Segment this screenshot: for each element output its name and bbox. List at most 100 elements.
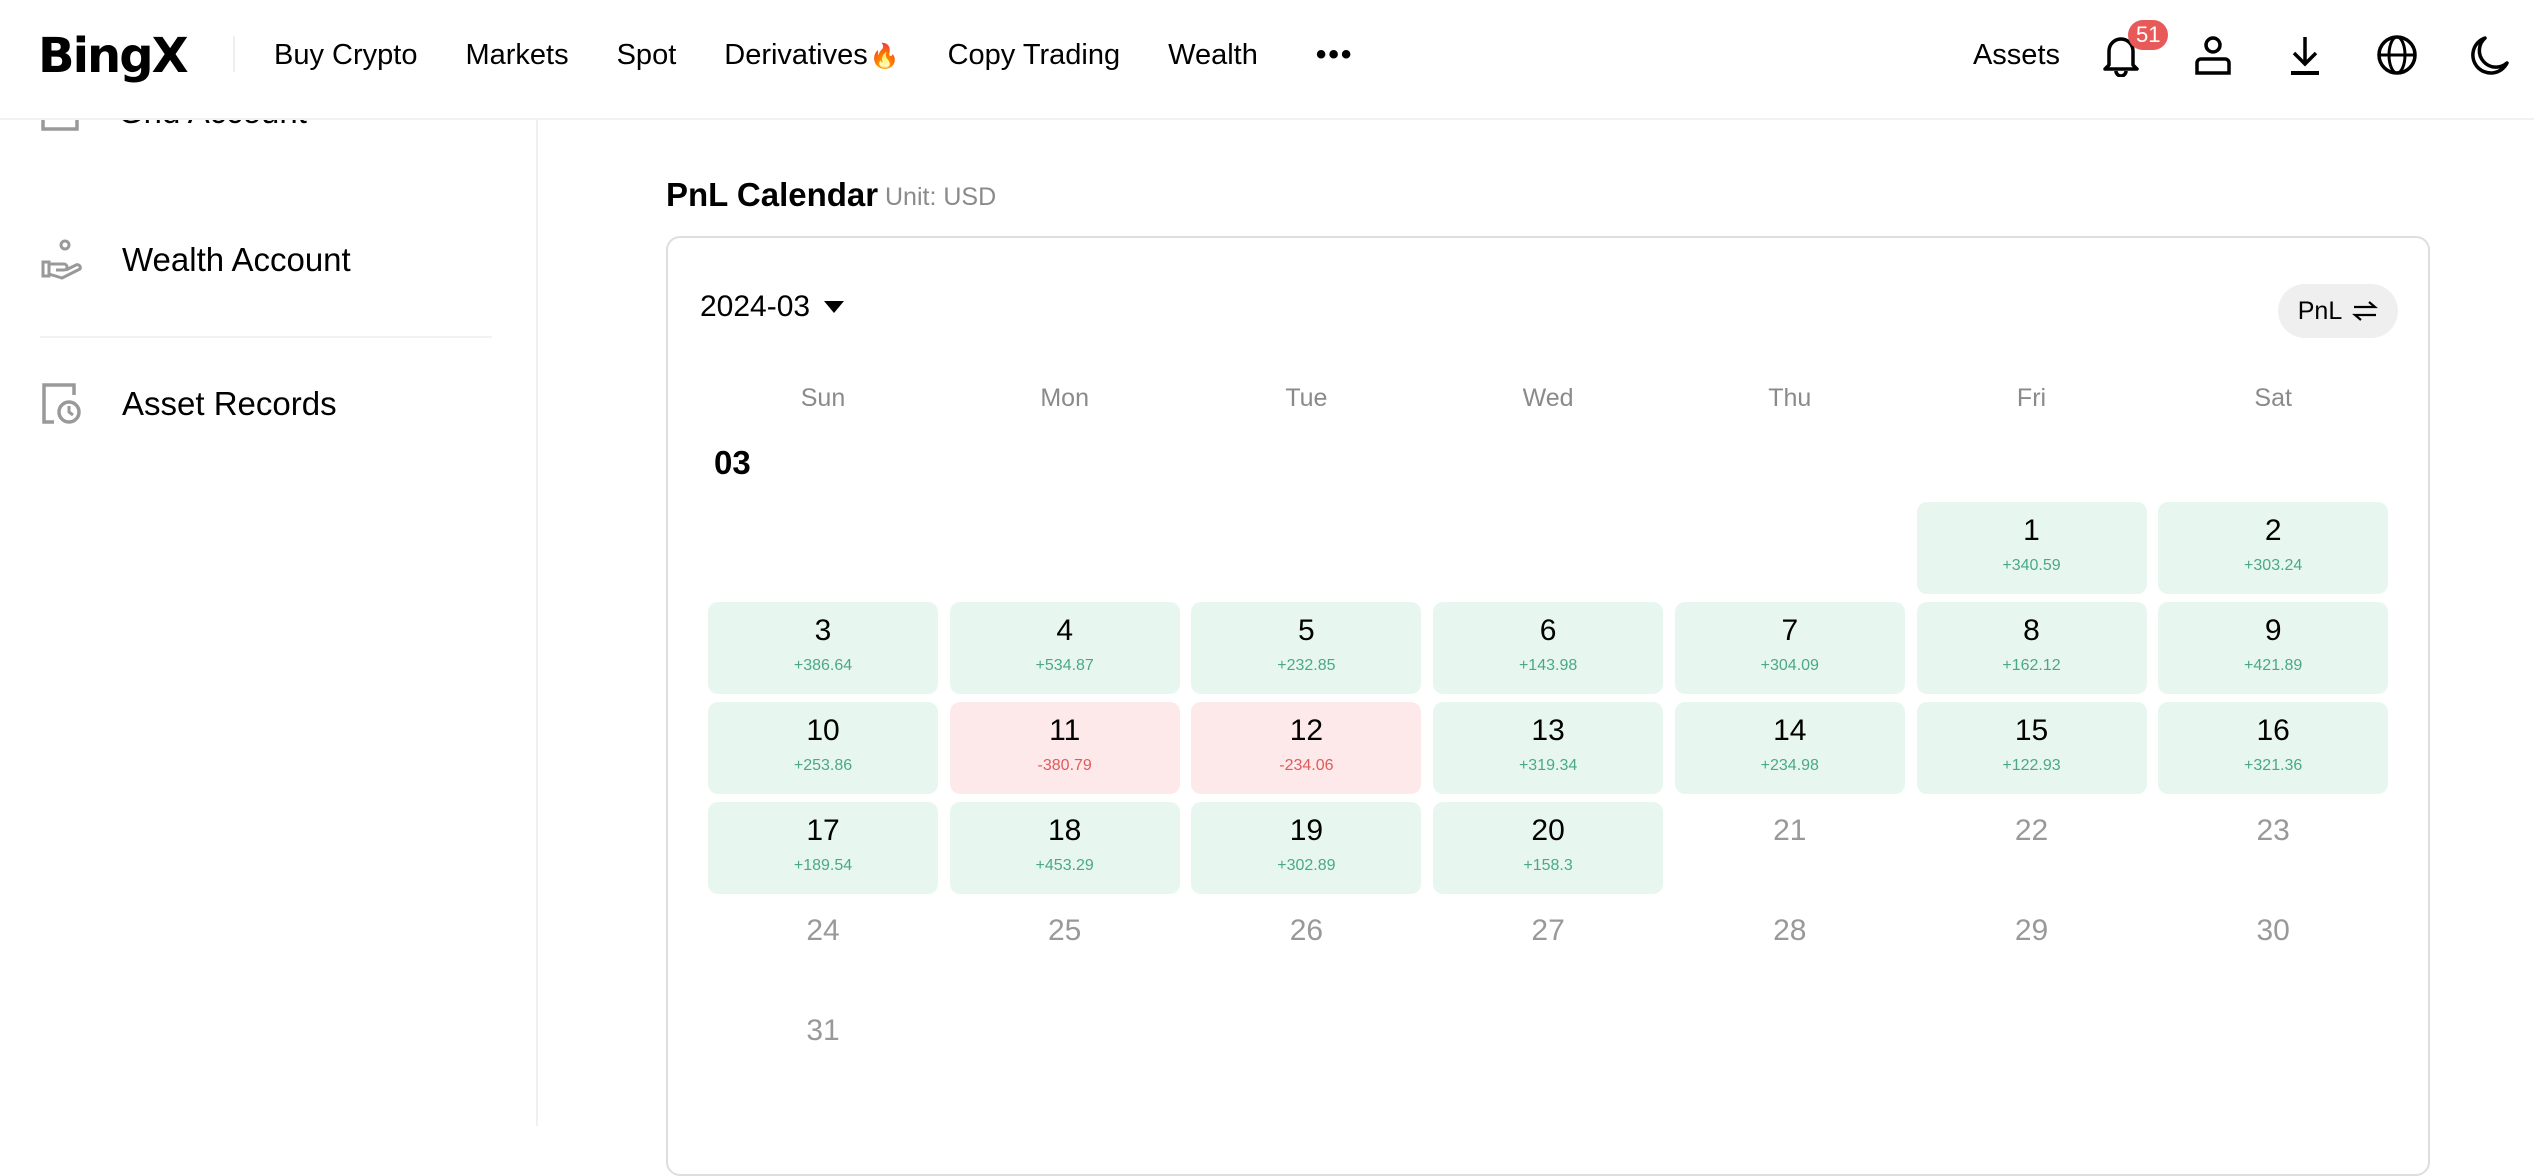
calendar-day-cell[interactable]: 1 +340.59	[1916, 502, 2147, 594]
day-number: 5	[1298, 614, 1315, 647]
weekday-wed: Wed	[1522, 384, 1574, 412]
nav-markets[interactable]: Markets	[465, 39, 568, 72]
sidebar: Grid Account Wealth Account Asset Record…	[0, 93, 538, 1126]
calendar-day-cell[interactable]: 20 +158.3	[1433, 802, 1664, 894]
sidebar-item-asset-records[interactable]: Asset Records	[40, 382, 337, 426]
day-pnl-value: +234.98	[1760, 757, 1819, 774]
month-selector-value: 2024-03	[700, 290, 811, 323]
calendar-day-cell[interactable]: 27	[1433, 902, 1663, 994]
calendar-day-cell[interactable]: 3 +386.64	[708, 602, 938, 694]
unit-label: Unit: USD	[885, 183, 997, 211]
sidebar-divider	[40, 336, 492, 338]
day-number: 17	[806, 814, 840, 847]
calendar-day-cell[interactable]: 24	[708, 902, 938, 994]
calendar-day-cell[interactable]: 13 +319.34	[1433, 702, 1664, 794]
more-menu-icon[interactable]: •••	[1316, 38, 1354, 72]
weekday-thu: Thu	[1768, 384, 1812, 412]
profile-button[interactable]	[2190, 32, 2236, 78]
records-clock-icon	[42, 383, 81, 424]
day-pnl-value: +386.64	[793, 657, 853, 674]
calendar-day-cell[interactable]: 7 +304.09	[1674, 602, 1905, 694]
day-number: 18	[1048, 814, 1082, 847]
day-number: 4	[1056, 614, 1074, 647]
calendar-day-cell[interactable]: 14 +234.98	[1674, 702, 1905, 794]
calendar-day-cell[interactable]: 11 -380.79	[949, 702, 1180, 794]
day-pnl-value: +534.87	[1035, 657, 1094, 674]
calendar-day-cell[interactable]: 9 +421.89	[2158, 602, 2389, 694]
main-nav: Buy Crypto Markets Spot Derivatives🔥 Cop…	[274, 0, 1353, 110]
calendar-day-cell[interactable]: 31	[708, 1002, 938, 1094]
nav-wealth[interactable]: Wealth	[1168, 39, 1258, 72]
calendar-day-cell[interactable]: 12 -234.06	[1191, 702, 1422, 794]
day-number: 22	[2014, 814, 2049, 847]
download-button[interactable]	[2282, 32, 2328, 78]
download-icon	[2291, 37, 2319, 75]
day-pnl-value: +232.85	[1277, 657, 1336, 674]
weekday-fri: Fri	[2016, 384, 2047, 412]
day-number: 9	[2264, 614, 2282, 647]
assets-link[interactable]: Assets	[1973, 39, 2060, 72]
day-number: 7	[1781, 614, 1799, 647]
day-number: 30	[2256, 914, 2290, 947]
nav-spot[interactable]: Spot	[617, 39, 677, 72]
day-pnl-value: +302.89	[1277, 857, 1336, 874]
calendar-day-cell[interactable]: 22	[1917, 802, 2147, 894]
language-button[interactable]	[2374, 32, 2420, 78]
calendar-day-cell[interactable]: 16 +321.36	[2158, 702, 2389, 794]
swap-arrows-icon	[2352, 301, 2379, 321]
calendar-day-cell[interactable]: 5 +232.85	[1191, 602, 1422, 694]
notification-button[interactable]: 51	[2098, 20, 2169, 78]
caret-down-icon	[824, 301, 845, 313]
sidebar-item-label: Asset Records	[122, 385, 337, 422]
notification-badge: 51	[2128, 20, 2169, 50]
nav-copy-trading[interactable]: Copy Trading	[948, 39, 1121, 72]
calendar-day-cell[interactable]: 29	[1917, 902, 2147, 994]
calendar-day-cell[interactable]: 19 +302.89	[1191, 802, 1422, 894]
fire-icon: 🔥	[869, 42, 900, 70]
day-number: 24	[806, 914, 840, 947]
pnl-toggle-button[interactable]: PnL	[2278, 284, 2398, 338]
day-number: 20	[1531, 814, 1565, 847]
sidebar-item-wealth-account[interactable]: Wealth Account	[40, 238, 351, 282]
day-pnl-value: -234.06	[1279, 757, 1334, 774]
day-number: 2	[2264, 514, 2282, 547]
month-selector[interactable]: 2024-03	[700, 290, 845, 324]
day-pnl-value: +321.36	[2244, 757, 2303, 774]
day-number: 8	[2023, 614, 2040, 647]
weekday-tue: Tue	[1285, 384, 1328, 412]
day-pnl-value: +189.54	[793, 857, 853, 874]
nav-buy-crypto[interactable]: Buy Crypto	[274, 39, 417, 72]
calendar-day-cell[interactable]: 21	[1675, 802, 1905, 894]
calendar-day-cell[interactable]: 25	[950, 902, 1180, 994]
calendar-day-cell[interactable]: 23	[2158, 802, 2388, 894]
day-pnl-value: +303.24	[2244, 557, 2303, 574]
theme-toggle-button[interactable]	[2466, 32, 2512, 78]
nav-derivatives-label: Derivatives	[724, 38, 868, 71]
day-number: 29	[2014, 914, 2049, 947]
calendar-day-cell[interactable]: 6 +143.98	[1433, 602, 1664, 694]
calendar-day-cell[interactable]: 15 +122.93	[1916, 702, 2147, 794]
weekday-mon: Mon	[1040, 384, 1089, 412]
hand-coin-icon	[41, 239, 82, 280]
day-pnl-value: -380.79	[1037, 757, 1092, 774]
pnl-toggle-label: PnL	[2297, 296, 2343, 325]
top-header: BingX Buy Crypto Markets Spot Derivative…	[0, 0, 2534, 120]
nav-derivatives[interactable]: Derivatives🔥	[724, 39, 899, 72]
calendar-day-cell[interactable]: 30	[2158, 902, 2388, 994]
calendar-day-cell[interactable]: 2 +303.24	[2158, 502, 2389, 594]
day-number: 13	[1531, 714, 1565, 747]
weekday-sat: Sat	[2254, 384, 2292, 412]
day-number: 26	[1289, 914, 1324, 947]
calendar-day-cell[interactable]: 18 +453.29	[949, 802, 1180, 894]
calendar-day-cell[interactable]: 26	[1191, 902, 1421, 994]
bingx-logo[interactable]: BingX	[38, 28, 189, 84]
day-number: 28	[1773, 914, 1807, 947]
day-number: 12	[1289, 714, 1324, 747]
day-number: 1	[2023, 514, 2040, 547]
calendar-day-cell[interactable]: 28	[1675, 902, 1905, 994]
calendar-day-cell[interactable]: 4 +534.87	[949, 602, 1180, 694]
calendar-day-cell[interactable]: 10 +253.86	[708, 702, 938, 794]
calendar-day-cell[interactable]: 8 +162.12	[1916, 602, 2147, 694]
calendar-day-cell[interactable]: 17 +189.54	[708, 802, 938, 894]
logo-divider	[233, 36, 235, 72]
